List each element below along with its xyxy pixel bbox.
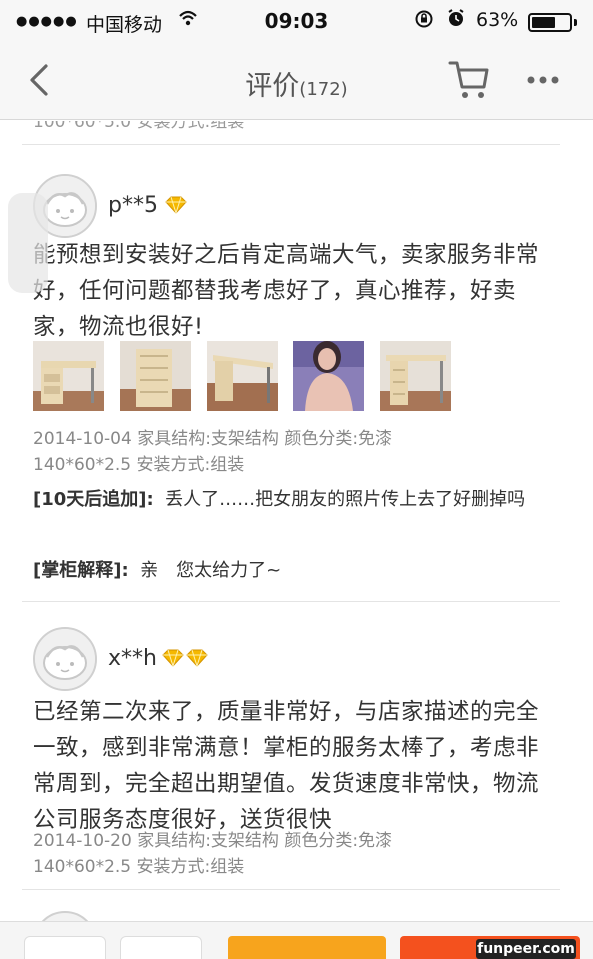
alarm-icon	[446, 8, 466, 33]
review-followup: [10天后追加]: 丢人了……把女朋友的照片传上去了好删掉吗	[33, 487, 553, 513]
review-count: (172)	[299, 79, 348, 100]
diamond-icon	[185, 649, 209, 668]
review-photo[interactable]	[293, 341, 364, 411]
review-photo[interactable]	[207, 341, 278, 411]
page-title: 评价(172)	[0, 64, 593, 103]
battery-percent: 63%	[476, 9, 519, 31]
floating-handle[interactable]	[8, 193, 48, 293]
reply-label: [掌柜解释]:	[33, 560, 129, 581]
battery-icon	[528, 13, 572, 32]
add-to-cart-button[interactable]	[228, 936, 386, 959]
page-title-text: 评价	[245, 71, 300, 102]
review-content: 能预想到安装好之后肯定高端大气，卖家服务非常好，任何问题都替我考虑好了，真心推荐…	[33, 242, 540, 340]
nav-bar: 评价(172)	[0, 44, 593, 120]
reviewer-name: x**h	[108, 646, 157, 671]
status-bar: ●●●●● 中国移动 09:03 63%	[0, 0, 593, 44]
review-meta-line: 2014-10-20 家具结构:支架结构 颜色分类:免漆	[33, 831, 393, 851]
cart-icon[interactable]	[446, 58, 492, 102]
shop-button[interactable]	[120, 936, 202, 959]
avatar[interactable]	[33, 911, 97, 921]
seller-reply: [掌柜解释]: 亲 您太给力了~	[33, 558, 553, 584]
diamond-icon	[164, 196, 188, 215]
review-content: 已经第二次来了，质量非常好，与店家描述的完全一致，感到非常满意！掌柜的服务太棒了…	[33, 699, 540, 833]
avatar[interactable]	[33, 627, 97, 691]
battery-nub	[574, 19, 577, 26]
diamond-icon	[161, 649, 185, 668]
review-meta-line: 140*60*2.5 安装方式:组装	[33, 857, 245, 877]
more-icon[interactable]	[520, 58, 566, 102]
wangwang-chat-button[interactable]	[24, 936, 106, 959]
followup-text: 丢人了……把女朋友的照片传上去了好删掉吗	[165, 489, 526, 510]
divider	[22, 144, 560, 145]
review-meta-line: 140*60*2.5 安装方式:组装	[33, 455, 245, 475]
prev-review-meta: 100*60*5.0 安装方式:组装	[33, 121, 245, 132]
watermark: funpeer.com	[476, 939, 576, 959]
reply-text: 亲 您太给力了~	[140, 560, 282, 581]
review-photo[interactable]	[380, 341, 451, 411]
review-list[interactable]: 100*60*5.0 安装方式:组装 p**5 能预想到安装好之后肯定高端大气，…	[0, 121, 593, 921]
divider	[22, 601, 560, 602]
reviewer-name: p**5	[108, 193, 158, 218]
review-photo[interactable]	[120, 341, 191, 411]
followup-label: [10天后追加]:	[33, 489, 154, 510]
review-photo[interactable]	[33, 341, 104, 411]
divider	[22, 889, 560, 890]
battery-level	[532, 17, 555, 28]
review-meta-line: 2014-10-04 家具结构:支架结构 颜色分类:免漆	[33, 429, 393, 449]
rotation-lock-icon	[414, 9, 434, 34]
